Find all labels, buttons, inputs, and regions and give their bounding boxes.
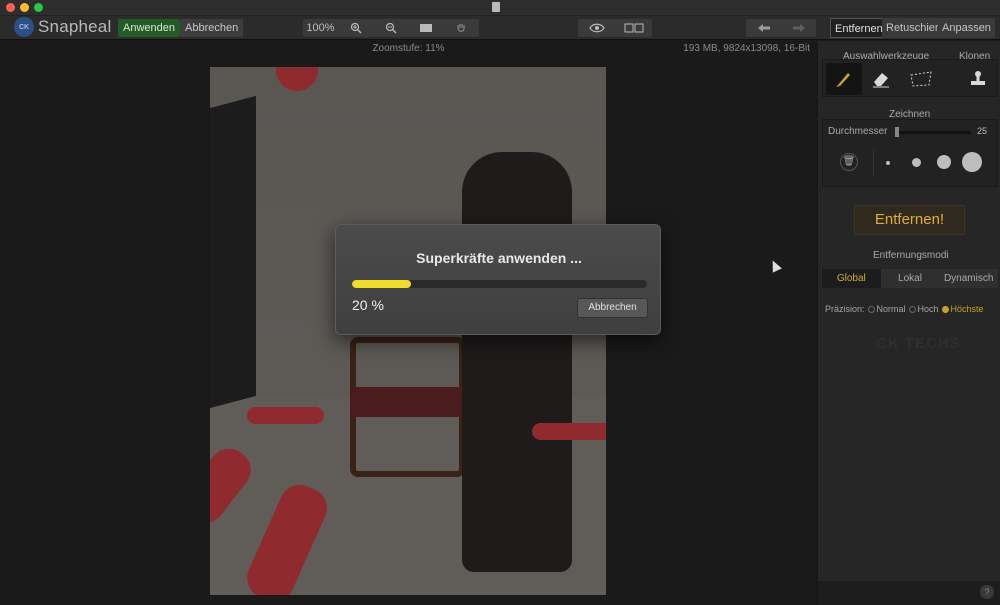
photo-softbox	[210, 95, 256, 409]
view-controls	[578, 19, 652, 37]
removal-mask-stroke[interactable]	[532, 423, 606, 440]
hand-icon[interactable]	[443, 19, 478, 37]
precision-label: Präzision:	[825, 304, 865, 314]
removal-modes-label: Entfernungsmodi	[873, 250, 949, 261]
app-logo: CK Snapheal	[14, 17, 111, 37]
zoom-percent-button[interactable]: 100%	[303, 19, 338, 37]
remove-button[interactable]: Entfernen!	[854, 205, 965, 235]
snapheal-window: CK Snapheal Anwenden Abbrechen 100% Entf…	[0, 0, 1000, 605]
zoom-controls: 100%	[303, 19, 479, 37]
watermark-logo: CK TECHS	[876, 335, 961, 352]
brush-size-large-icon[interactable]	[937, 155, 951, 169]
apply-button[interactable]: Anwenden	[118, 19, 180, 37]
precision-hoechste-radio[interactable]	[941, 305, 949, 313]
lasso-tool-icon[interactable]	[903, 63, 939, 95]
photo-chair-seat	[350, 387, 470, 417]
diameter-slider[interactable]	[897, 131, 971, 134]
draw-settings: Durchmesser 25 🗑	[822, 119, 998, 187]
divider	[873, 150, 874, 176]
app-name: Snapheal	[38, 17, 112, 36]
brush-tool-icon[interactable]	[826, 63, 862, 95]
tab-global[interactable]: Global	[822, 269, 881, 288]
brush-size-xlarge-icon[interactable]	[962, 152, 982, 172]
document-icon	[492, 2, 500, 12]
trash-icon[interactable]: 🗑	[840, 153, 858, 171]
photo-person	[462, 152, 572, 572]
progress-percent: 20 %	[352, 297, 384, 313]
precision-row: Präzision: Normal Hoch Höchste	[825, 302, 1000, 316]
redo-arrow-icon[interactable]	[781, 19, 816, 37]
zoom-out-icon[interactable]	[373, 19, 408, 37]
zoom-window-button[interactable]	[34, 3, 43, 12]
title-bar	[0, 0, 1000, 16]
precision-normal-radio[interactable]	[867, 305, 875, 313]
fit-screen-icon[interactable]	[408, 19, 443, 37]
tab-anpassen[interactable]: Anpassen	[938, 18, 995, 38]
diameter-label: Durchmesser	[828, 126, 888, 137]
close-window-button[interactable]	[6, 3, 15, 12]
help-button[interactable]: ?	[980, 585, 994, 599]
selection-tools	[822, 59, 998, 97]
split-view-icon[interactable]	[615, 19, 652, 37]
removal-mode-tabs: Global Lokal Dynamisch	[822, 269, 998, 288]
removal-mask-stroke[interactable]	[247, 407, 324, 424]
right-panel: Auswahlwerkzeuge Klonen Zeichnen Durchme…	[817, 41, 1000, 605]
progress-dialog-title: Superkräfte anwenden ...	[416, 250, 582, 266]
progress-dialog: Superkräfte anwenden ... 20 % Abbrechen	[335, 224, 661, 335]
logo-badge-icon: CK	[14, 17, 34, 37]
toolbar: CK Snapheal Anwenden Abbrechen 100% Entf…	[0, 16, 1000, 40]
precision-normal-label[interactable]: Normal	[877, 304, 906, 314]
removal-mask-stroke[interactable]	[276, 67, 318, 91]
precision-hoechste-label[interactable]: Höchste	[951, 304, 984, 314]
tab-dynamisch[interactable]: Dynamisch	[939, 269, 998, 288]
file-info-label: 193 MB, 9824x13098, 16-Bit	[683, 43, 810, 54]
precision-hoch-label[interactable]: Hoch	[918, 304, 939, 314]
clone-stamp-icon[interactable]	[960, 63, 996, 95]
brush-size-small-icon[interactable]	[886, 161, 890, 165]
tab-lokal[interactable]: Lokal	[881, 269, 940, 288]
progress-bar-fill	[352, 280, 411, 288]
eraser-tool-icon[interactable]	[863, 63, 899, 95]
eye-icon[interactable]	[578, 19, 615, 37]
dialog-cancel-button[interactable]: Abbrechen	[577, 298, 648, 318]
zoom-in-icon[interactable]	[338, 19, 373, 37]
diameter-slider-thumb[interactable]	[895, 127, 899, 137]
tab-entfernen[interactable]: Entfernen	[830, 18, 888, 38]
brush-size-medium-icon[interactable]	[912, 158, 921, 167]
minimize-window-button[interactable]	[20, 3, 29, 12]
precision-hoch-radio[interactable]	[908, 305, 916, 313]
diameter-value: 25	[977, 126, 988, 136]
undo-arrow-icon[interactable]	[746, 19, 781, 37]
cancel-button[interactable]: Abbrechen	[180, 19, 244, 37]
history-controls	[746, 19, 816, 37]
progress-bar	[352, 280, 647, 288]
panel-footer	[818, 581, 1000, 605]
